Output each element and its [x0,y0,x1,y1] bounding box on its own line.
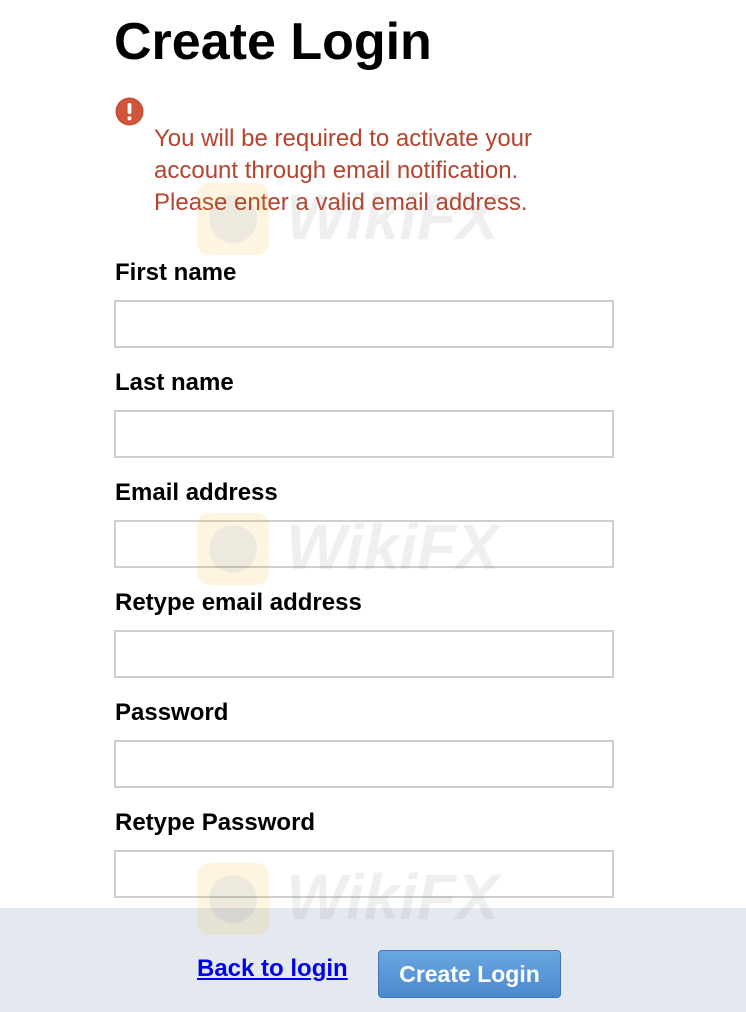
retype-password-label: Retype Password [115,809,316,836]
page-title: Create Login [114,13,432,71]
retype-email-label: Retype email address [115,589,362,616]
retype-email-input[interactable] [114,630,614,678]
last-name-label: Last name [115,369,234,396]
create-login-button[interactable]: Create Login [378,950,561,998]
email-input[interactable] [114,520,614,568]
password-input[interactable] [114,740,614,788]
create-login-page: Create Login You will be required to act… [0,0,746,1012]
last-name-input[interactable] [114,410,614,458]
activation-notice: You will be required to activate your ac… [154,125,532,216]
first-name-label: First name [115,259,237,286]
email-label: Email address [115,479,278,506]
first-name-input[interactable] [114,300,614,348]
exclamation-circle-icon [115,97,144,126]
form-footer [0,908,746,1012]
back-to-login-link[interactable]: Back to login [197,954,348,984]
retype-password-input[interactable] [114,850,614,898]
password-label: Password [115,699,229,726]
